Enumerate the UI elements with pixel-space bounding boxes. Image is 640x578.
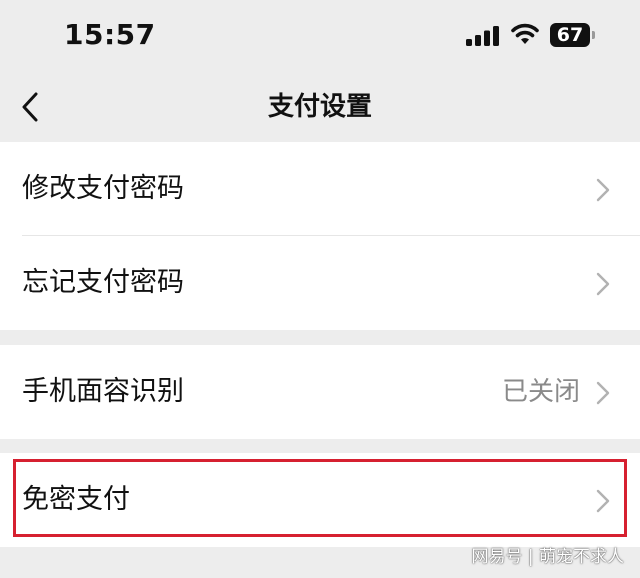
nav-bar: 支付设置: [0, 72, 640, 142]
row-label: 手机面容识别: [22, 376, 184, 407]
row-label: 修改支付密码: [22, 173, 184, 204]
settings-group-face-id: 手机面容识别 已关闭: [0, 345, 640, 439]
page-title: 支付设置: [267, 92, 372, 122]
row-face-recognition[interactable]: 手机面容识别 已关闭: [0, 345, 640, 439]
wifi-icon: [511, 23, 539, 44]
status-bar: 15:57 67: [0, 0, 640, 72]
row-label: 忘记支付密码: [22, 267, 184, 298]
chevron-right-icon: [596, 178, 610, 202]
status-time: 15:57: [64, 18, 156, 51]
watermark: 网易号 | 萌宠不求人: [471, 547, 624, 567]
row-forgot-payment-password[interactable]: 忘记支付密码: [0, 236, 640, 330]
row-change-payment-password[interactable]: 修改支付密码: [0, 142, 640, 236]
back-chevron-icon[interactable]: [12, 84, 52, 130]
row-label: 免密支付: [22, 484, 130, 515]
row-value-status: 已关闭: [501, 377, 580, 407]
chevron-right-icon: [596, 381, 610, 405]
settings-group-password-free: 免密支付: [0, 453, 640, 547]
battery-tip: [592, 31, 595, 39]
settings-group-password: 修改支付密码 忘记支付密码: [0, 142, 640, 330]
chevron-right-icon: [596, 489, 610, 513]
battery-level: 67: [550, 23, 590, 47]
signal-icon: [466, 26, 499, 46]
chevron-right-icon: [596, 272, 610, 296]
battery-icon: 67: [550, 23, 596, 47]
row-password-free-payment[interactable]: 免密支付: [0, 453, 640, 547]
